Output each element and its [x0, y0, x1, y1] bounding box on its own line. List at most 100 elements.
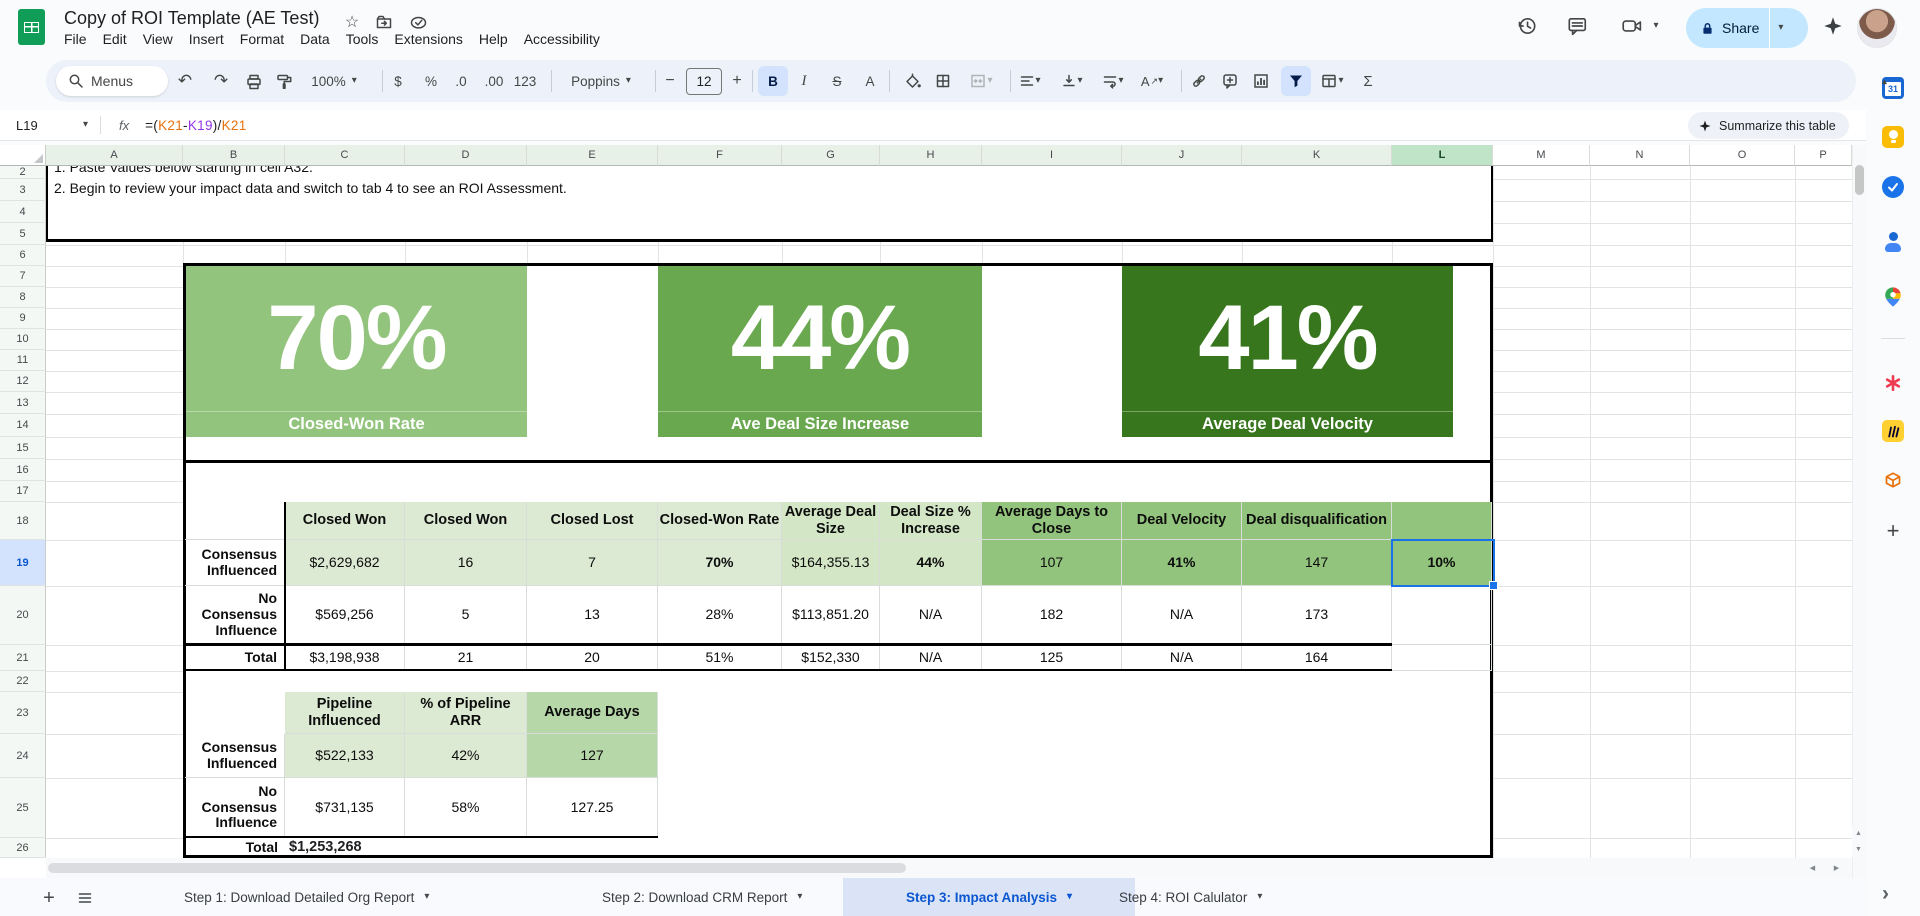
- scroll-left-button[interactable]: ◀: [1806, 860, 1819, 875]
- cell-instruction-line2[interactable]: 2. Begin to review your impact data and …: [54, 180, 567, 196]
- cell-C21[interactable]: $3,198,938: [285, 645, 405, 671]
- functions-button[interactable]: Σ: [1353, 66, 1383, 96]
- strikethrough-button[interactable]: S: [822, 66, 852, 96]
- cell-F18-header[interactable]: Closed-Won Rate: [658, 502, 782, 540]
- add-sheet-button[interactable]: +: [36, 885, 62, 911]
- bold-button[interactable]: B: [758, 66, 788, 96]
- side-panel-collapse-chevron[interactable]: ›: [1882, 882, 1889, 906]
- cell-E24[interactable]: 127: [527, 734, 658, 778]
- cell-H21[interactable]: N/A: [880, 645, 982, 671]
- font-select[interactable]: Poppins: [558, 66, 644, 96]
- document-title[interactable]: Copy of ROI Template (AE Test): [64, 8, 319, 29]
- column-header-C[interactable]: C: [285, 145, 405, 166]
- selection-border-L19[interactable]: [1391, 539, 1495, 587]
- cell-I20[interactable]: 182: [982, 586, 1122, 645]
- formula-input[interactable]: =(K21-K19)/K21: [145, 118, 246, 133]
- decrease-font-size-button[interactable]: −: [655, 66, 685, 96]
- row-header-24[interactable]: 24: [0, 734, 46, 778]
- row-header-15[interactable]: 15: [0, 437, 46, 459]
- cell-D25[interactable]: 58%: [405, 778, 527, 838]
- sheets-logo[interactable]: [18, 9, 45, 45]
- cell-B19-label[interactable]: Consensus Influenced: [185, 540, 285, 586]
- cell-B24-label[interactable]: Consensus Influenced: [185, 734, 285, 778]
- column-header-G[interactable]: G: [782, 145, 880, 166]
- vertical-align-button[interactable]: [1053, 66, 1091, 96]
- row-header-19[interactable]: 19: [0, 540, 46, 586]
- meet-dropdown-caret[interactable]: [1647, 11, 1665, 41]
- row-header-5[interactable]: 5: [0, 223, 46, 245]
- cell-B20-label[interactable]: No Consensus Influence: [185, 586, 285, 645]
- fill-color-button[interactable]: [897, 66, 927, 96]
- menu-format[interactable]: Format: [232, 28, 292, 50]
- fill-handle[interactable]: [1489, 581, 1498, 590]
- cell-B18[interactable]: [185, 502, 285, 540]
- insert-link-button[interactable]: [1184, 66, 1214, 96]
- cell-K21[interactable]: 164: [1242, 645, 1392, 671]
- cell-C26-total[interactable]: $1,253,268: [289, 838, 489, 856]
- horizontal-scrollbar[interactable]: [46, 858, 1852, 878]
- cell-J18-header[interactable]: Deal Velocity: [1122, 502, 1242, 540]
- name-box-caret[interactable]: [83, 120, 88, 130]
- insert-comment-button[interactable]: [1215, 66, 1245, 96]
- row-header-4[interactable]: 4: [0, 201, 46, 223]
- cell-J21[interactable]: N/A: [1122, 645, 1242, 671]
- vertical-scrollbar-thumb[interactable]: [1855, 165, 1864, 195]
- scroll-right-button[interactable]: ▶: [1830, 860, 1843, 875]
- column-header-L[interactable]: L: [1392, 145, 1493, 166]
- contacts-icon[interactable]: [1882, 231, 1904, 253]
- cell-J20[interactable]: N/A: [1122, 586, 1242, 645]
- cell-C20[interactable]: $569,256: [285, 586, 405, 645]
- cell-H19[interactable]: 44%: [880, 540, 982, 586]
- sheet-tab-step3-active[interactable]: Step 3: Impact Analysis: [843, 878, 1135, 916]
- sheet-tab-caret[interactable]: [797, 892, 802, 902]
- format-percent-button[interactable]: %: [416, 66, 446, 96]
- row-header-20[interactable]: 20: [0, 586, 46, 645]
- menu-edit[interactable]: Edit: [95, 28, 135, 50]
- vertical-scrollbar[interactable]: [1852, 145, 1867, 878]
- merge-cells-button[interactable]: [961, 66, 1001, 96]
- summarize-table-button[interactable]: Summarize this table: [1688, 112, 1849, 139]
- more-formats-button[interactable]: 123: [506, 66, 544, 96]
- kpi-card-closed-won-rate[interactable]: 70% Closed-Won Rate: [186, 266, 527, 437]
- share-button[interactable]: Share: [1686, 8, 1808, 48]
- cell-F21[interactable]: 51%: [658, 645, 782, 671]
- get-addons-plus-icon[interactable]: +: [1882, 520, 1904, 542]
- column-header-P[interactable]: P: [1795, 145, 1852, 166]
- select-all-corner[interactable]: [0, 145, 46, 166]
- version-history-icon[interactable]: [1512, 11, 1542, 41]
- cell-B26-label[interactable]: Total: [185, 838, 285, 858]
- cell-I19[interactable]: 107: [982, 540, 1122, 586]
- cell-B25-label[interactable]: No Consensus Influence: [185, 778, 285, 838]
- row-header-14[interactable]: 14: [0, 414, 46, 437]
- horizontal-align-button[interactable]: [1011, 66, 1049, 96]
- kpi-card-deal-velocity[interactable]: 41% Average Deal Velocity: [1122, 266, 1453, 437]
- scroll-up-button[interactable]: ▲: [1852, 826, 1865, 841]
- avatar[interactable]: [1858, 9, 1896, 47]
- row-header-16[interactable]: 16: [0, 459, 46, 481]
- cell-E18-header[interactable]: Closed Lost: [527, 502, 658, 540]
- comments-icon[interactable]: [1562, 11, 1592, 41]
- cell-F19[interactable]: 70%: [658, 540, 782, 586]
- row-header-12[interactable]: 12: [0, 371, 46, 392]
- menu-file[interactable]: File: [56, 28, 95, 50]
- row-header-10[interactable]: 10: [0, 329, 46, 350]
- cell-L20[interactable]: [1392, 586, 1492, 645]
- cell-K18-header[interactable]: Deal disqualification: [1242, 502, 1392, 540]
- cell-instruction-line1[interactable]: 1. Paste Values below starting in cell A…: [54, 166, 313, 175]
- column-header-J[interactable]: J: [1122, 145, 1242, 166]
- tasks-icon[interactable]: [1882, 176, 1904, 198]
- all-sheets-button[interactable]: [72, 885, 98, 911]
- cell-B21-label[interactable]: Total: [185, 645, 285, 671]
- cell-C18-header[interactable]: Closed Won: [285, 502, 405, 540]
- redo-button[interactable]: ↷: [206, 66, 236, 96]
- name-box[interactable]: L19: [0, 118, 88, 133]
- sheet-tab-caret[interactable]: [424, 892, 429, 902]
- row-header-22[interactable]: 22: [0, 671, 46, 692]
- cell-E23-header[interactable]: Average Days: [527, 692, 658, 734]
- column-header-A[interactable]: A: [46, 145, 183, 166]
- gemini-icon[interactable]: [1818, 11, 1848, 41]
- format-currency-button[interactable]: $: [383, 66, 413, 96]
- cell-D24[interactable]: 42%: [405, 734, 527, 778]
- cell-C23-header[interactable]: Pipeline Influenced: [285, 692, 405, 734]
- table-views-button[interactable]: [1312, 66, 1352, 96]
